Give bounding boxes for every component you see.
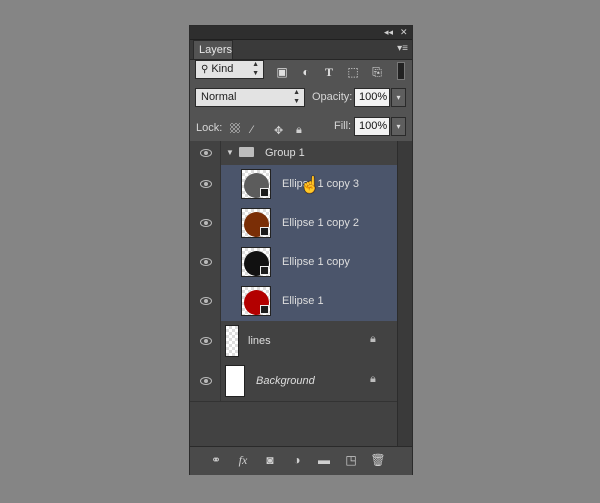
- layer-name: lines: [248, 335, 271, 347]
- layer-row-group[interactable]: ▼ Group 1: [190, 141, 397, 166]
- fill-value: 100%: [359, 120, 388, 132]
- new-group-icon[interactable]: ▬: [316, 453, 332, 467]
- tab-label: Layers: [199, 44, 233, 56]
- visibility-column: [190, 204, 221, 243]
- eye-icon[interactable]: [200, 337, 212, 345]
- expand-triangle-icon[interactable]: ▼: [226, 148, 234, 157]
- layer-row-ellipse-1[interactable]: Ellipse 1: [190, 282, 397, 322]
- lock-label: Lock:: [196, 122, 223, 134]
- opacity-label: Opacity:: [312, 91, 353, 103]
- layer-row-background[interactable]: Background 🔒︎: [190, 361, 397, 402]
- shape-filter-icon[interactable]: ⬚: [347, 66, 359, 78]
- layer-mask-icon[interactable]: ◙: [262, 453, 278, 467]
- visibility-column: [190, 321, 221, 361]
- filter-toggle-switch[interactable]: [397, 62, 405, 80]
- opacity-dropdown-button[interactable]: ▾: [391, 88, 406, 107]
- double-chevron-left-icon[interactable]: ◂◂: [384, 26, 393, 39]
- visibility-column: [190, 165, 221, 204]
- search-icon: ⚲: [201, 64, 209, 75]
- type-filter-icon[interactable]: T: [323, 66, 335, 78]
- updown-arrows-icon: ▲ ▼: [293, 89, 300, 105]
- lock-all-icon[interactable]: 🔒︎: [296, 124, 302, 137]
- scrollbar[interactable]: [397, 141, 412, 446]
- tab-layers[interactable]: Layers: [193, 40, 233, 59]
- fill-label: Fill:: [334, 120, 352, 132]
- layer-thumbnail: [241, 247, 271, 277]
- trash-icon[interactable]: 🗑︎: [370, 453, 386, 467]
- visibility-column: [190, 282, 221, 321]
- layers-list: ▼ Group 1 Ellipse 1 copy 3 Ellipse 1 cop…: [190, 141, 397, 446]
- adjustment-filter-icon[interactable]: ◐: [300, 66, 312, 78]
- layer-row-ellipse-copy[interactable]: Ellipse 1 copy: [190, 243, 397, 283]
- bottom-toolbar: ⚭ fx ◙ ◑ ▬ ◳ 🗑︎: [190, 446, 412, 475]
- opacity-value: 100%: [359, 91, 388, 103]
- vector-mask-icon: [260, 266, 269, 275]
- layer-thumbnail: [225, 325, 239, 357]
- eye-icon[interactable]: [200, 180, 212, 188]
- layer-name: Background: [256, 375, 315, 387]
- smart-object-filter-icon[interactable]: ⎘: [371, 66, 383, 78]
- layer-row-ellipse-copy-3[interactable]: Ellipse 1 copy 3: [190, 165, 397, 205]
- layer-name: Ellipse 1: [282, 295, 324, 307]
- blend-mode-value: Normal: [201, 91, 237, 103]
- visibility-column: [190, 141, 221, 165]
- lock-icon: 🔒︎: [370, 373, 376, 385]
- lock-icon: 🔒︎: [370, 333, 376, 345]
- fill-dropdown-button[interactable]: ▾: [391, 117, 406, 136]
- blend-mode-select[interactable]: Normal ▲ ▼: [195, 88, 305, 107]
- vector-mask-icon: [260, 188, 269, 197]
- updown-arrows-icon: ▲ ▼: [252, 61, 259, 77]
- lock-paint-brush-icon[interactable]: ⁄: [251, 124, 253, 136]
- visibility-column: [190, 243, 221, 282]
- layer-thumbnail: [225, 365, 245, 397]
- eye-icon[interactable]: [200, 149, 212, 157]
- close-icon[interactable]: ✕: [400, 26, 408, 39]
- folder-icon: [239, 147, 254, 157]
- layer-name: Ellipse 1 copy 2: [282, 217, 360, 229]
- layer-name: Ellipse 1 copy: [282, 256, 350, 268]
- opacity-input[interactable]: 100%: [354, 88, 390, 107]
- layer-row-ellipse-copy-2[interactable]: Ellipse 1 copy 2: [190, 204, 397, 244]
- kind-label: Kind: [211, 63, 234, 75]
- eye-icon[interactable]: [200, 377, 212, 385]
- eye-icon[interactable]: [200, 297, 212, 305]
- eye-icon[interactable]: [200, 219, 212, 227]
- layer-thumbnail: [241, 286, 271, 316]
- pixel-filter-icon[interactable]: ▣: [276, 66, 288, 78]
- layer-thumbnail: [241, 169, 271, 199]
- eye-icon[interactable]: [200, 258, 212, 266]
- lock-transparency-icon[interactable]: [230, 123, 240, 133]
- layer-thumbnail: [241, 208, 271, 238]
- layers-panel: ◂◂ ✕ Layers ▾≡ ⚲ Kind ▲ ▼ ▣ ◐ T ⬚ ⎘ Normal…: [189, 25, 413, 475]
- layer-name: Group 1: [265, 147, 305, 159]
- blend-row: Normal ▲ ▼ Opacity: 100% ▾: [190, 88, 412, 118]
- vector-mask-icon: [260, 305, 269, 314]
- link-layers-icon[interactable]: ⚭: [208, 453, 224, 467]
- hand-cursor-icon: ☝: [300, 177, 320, 194]
- vector-mask-icon: [260, 227, 269, 236]
- new-layer-icon[interactable]: ◳: [343, 453, 359, 467]
- kind-filter-select[interactable]: ⚲ Kind ▲ ▼: [195, 60, 264, 79]
- visibility-column: [190, 361, 221, 401]
- layer-name: Ellipse 1 copy 3: [282, 178, 360, 190]
- panel-menu-icon[interactable]: ▾≡: [397, 43, 408, 54]
- lock-position-move-icon[interactable]: ✥: [274, 124, 283, 137]
- fx-icon[interactable]: fx: [235, 453, 251, 467]
- panel-title-bar: ◂◂ ✕: [190, 26, 412, 40]
- fill-input[interactable]: 100%: [354, 117, 390, 136]
- layer-row-lines[interactable]: lines 🔒︎: [190, 321, 397, 362]
- adjustment-layer-icon[interactable]: ◑: [289, 453, 305, 467]
- tab-bar: Layers ▾≡: [190, 40, 412, 60]
